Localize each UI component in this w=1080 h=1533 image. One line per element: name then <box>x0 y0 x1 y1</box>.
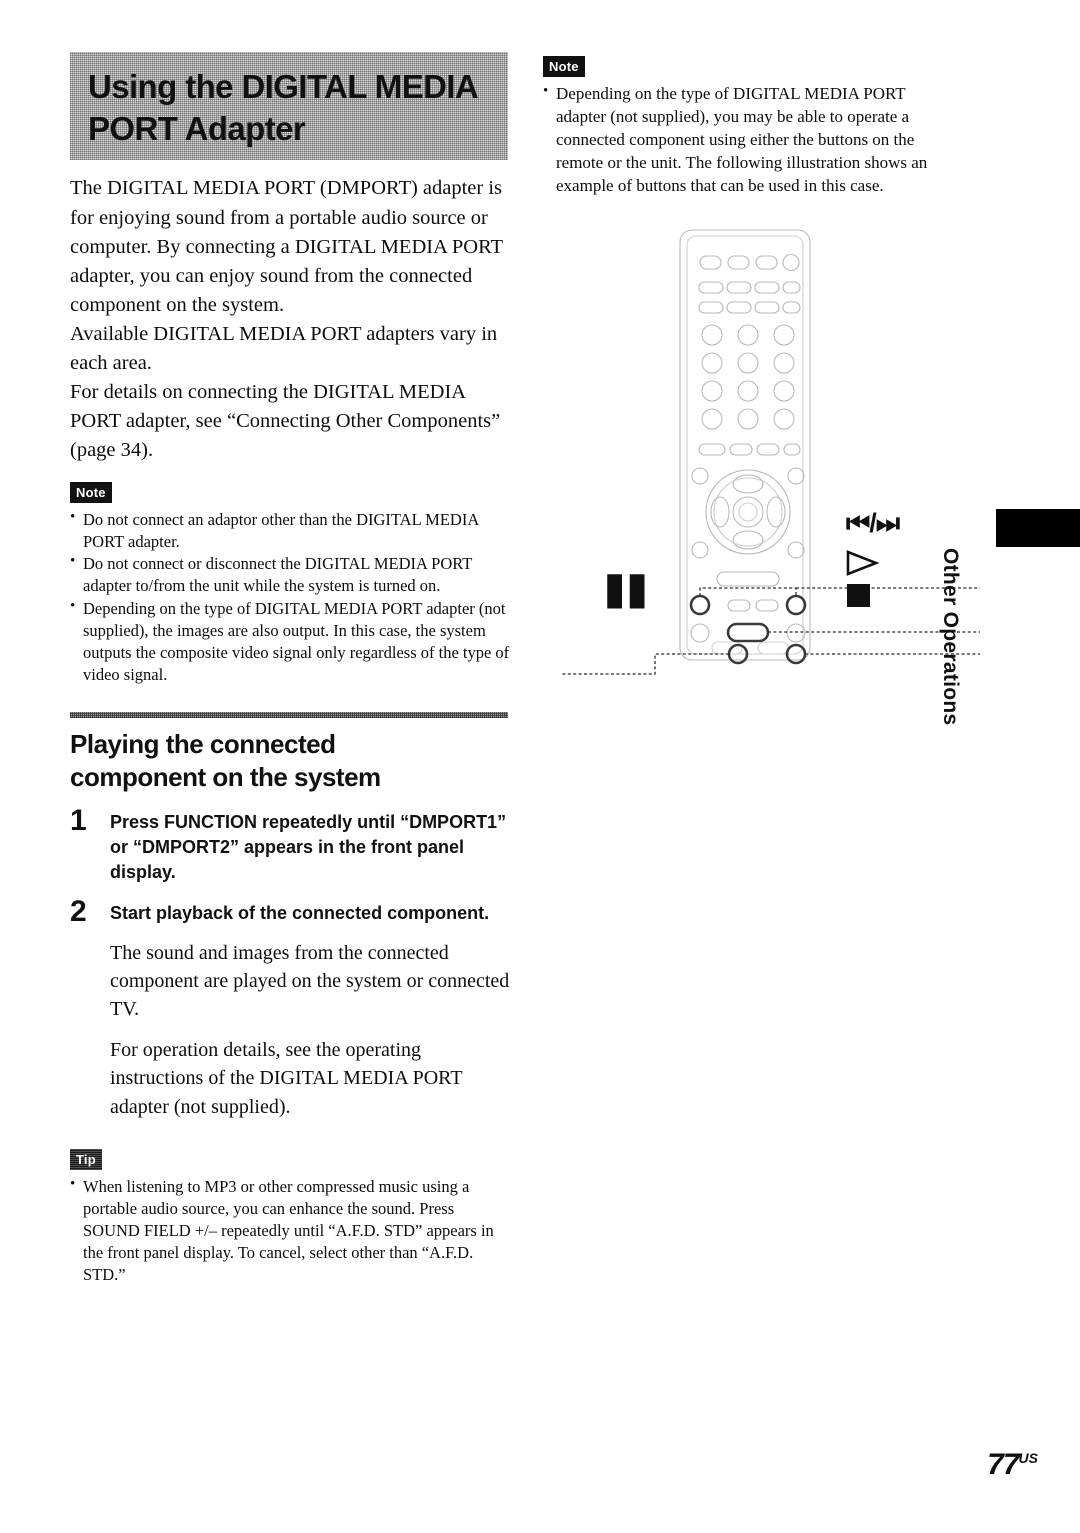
step-number: 2 <box>70 894 87 928</box>
callout-pause-icon: ▋▋ <box>608 576 654 607</box>
section-heading-line-2: component on the system <box>70 762 381 793</box>
left-note-list: Do not connect an adaptor other than the… <box>70 508 510 687</box>
callout-play-icon <box>846 550 880 576</box>
note-item: Depending on the type of DIGITAL MEDIA P… <box>543 81 955 198</box>
step-instruction: Press FUNCTION repeatedly until “DMPORT1… <box>110 812 507 882</box>
step-number: 1 <box>70 804 87 838</box>
side-tab-marker <box>996 509 1080 547</box>
callout-stop-icon <box>847 584 870 607</box>
step-followup: The sound and images from the connected … <box>110 941 510 1021</box>
remote-control-illustration <box>560 222 990 692</box>
tip-block: Tip When listening to MP3 or other compr… <box>70 1148 510 1286</box>
note-item: Do not connect or disconnect the DIGITAL… <box>70 552 510 597</box>
intro-paragraph-2: Available DIGITAL MEDIA PORT adapters va… <box>70 323 498 375</box>
manual-page: Using the DIGITAL MEDIA PORT Adapter The… <box>0 0 1080 1533</box>
step-2-followups-2: For operation details, see the operating… <box>110 1036 510 1121</box>
page-number-value: 77 <box>987 1448 1019 1481</box>
page-number: 77US <box>987 1448 1038 1482</box>
callout-previous-next-icon: ⏮/⏭ <box>846 508 900 538</box>
note-item: Do not connect an adaptor other than the… <box>70 508 510 553</box>
step-1: 1 Press FUNCTION repeatedly until “DMPOR… <box>70 806 510 884</box>
note-item: Depending on the type of DIGITAL MEDIA P… <box>70 597 510 686</box>
step-instruction: Start playback of the connected componen… <box>110 902 490 923</box>
intro-paragraph-3: For details on connecting the DIGITAL ME… <box>70 381 501 462</box>
section-heading-line-1: Playing the connected <box>70 729 336 760</box>
note-badge: Note <box>70 481 112 503</box>
page-title-banner: Using the DIGITAL MEDIA PORT Adapter <box>70 52 508 160</box>
step-2: 2 Start playback of the connected compon… <box>70 894 510 928</box>
step-2-followups: The sound and images from the connected … <box>110 939 510 1024</box>
page-title: Using the DIGITAL MEDIA PORT Adapter <box>88 66 508 150</box>
left-column: Using the DIGITAL MEDIA PORT Adapter The… <box>70 52 510 1287</box>
section-divider <box>70 712 508 719</box>
intro-text: The DIGITAL MEDIA PORT (DMPORT) adapter … <box>70 174 510 465</box>
page-number-suffix: US <box>1018 1450 1038 1466</box>
side-tab-label: Other Operations <box>939 548 962 726</box>
right-note-list: Depending on the type of DIGITAL MEDIA P… <box>543 81 955 198</box>
note-badge: Note <box>543 56 585 77</box>
left-note-block: Note Do not connect an adaptor other tha… <box>70 481 510 687</box>
tip-badge: Tip <box>70 1148 102 1170</box>
step-followup: For operation details, see the operating… <box>110 1038 463 1118</box>
page-title-line-2: PORT Adapter <box>88 110 306 148</box>
page-title-line-1: Using the DIGITAL MEDIA <box>88 68 479 105</box>
intro-paragraph-1: The DIGITAL MEDIA PORT (DMPORT) adapter … <box>70 177 503 316</box>
section-heading: Playing the connected component on the s… <box>70 728 510 794</box>
right-column: Note Depending on the type of DIGITAL ME… <box>543 56 955 198</box>
tip-list: When listening to MP3 or other compresse… <box>70 1175 510 1286</box>
tip-item: When listening to MP3 or other compresse… <box>70 1175 510 1286</box>
